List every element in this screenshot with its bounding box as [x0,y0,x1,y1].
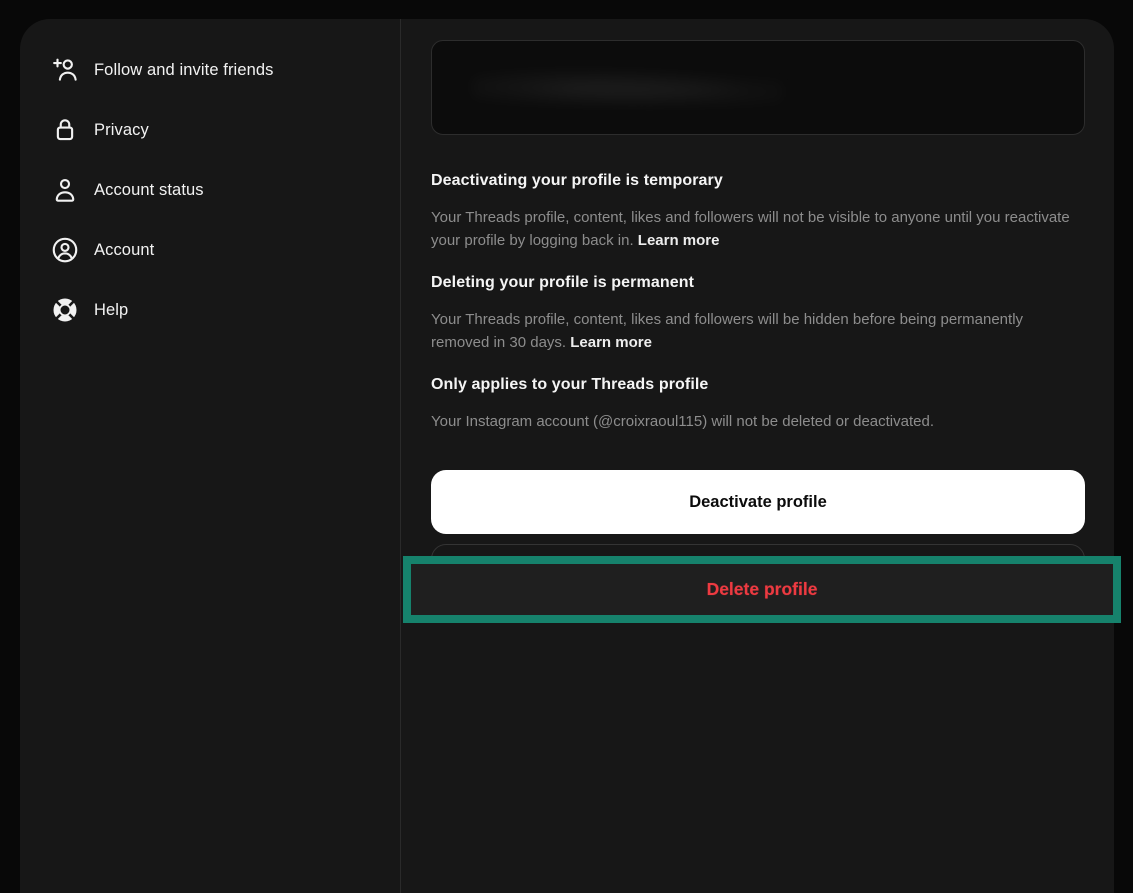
sidebar-item-label: Help [94,301,128,320]
sidebar-item-label: Follow and invite friends [94,61,274,80]
blurred-header-box [431,40,1085,135]
person-add-icon [50,55,80,85]
sidebar-item-help[interactable]: Help [20,280,400,340]
settings-sidebar: Follow and invite friends Privacy Accoun… [20,40,400,340]
person-icon [50,175,80,205]
sidebar-item-label: Privacy [94,121,149,140]
person-circle-icon [50,235,80,265]
deactivate-delete-settings-content: Deactivating your profile is temporary Y… [431,40,1085,608]
section-body: Your Threads profile, content, likes and… [431,206,1071,252]
sidebar-item-label: Account status [94,181,204,200]
sidebar-divider [400,19,401,893]
section-body-text: Your Threads profile, content, likes and… [431,209,1070,249]
delete-profile-button[interactable]: Delete profile [707,579,818,600]
section-deleting-permanent: Deleting your profile is permanent Your … [431,272,1085,354]
highlight-annotation-box: Delete profile [403,556,1121,623]
deactivate-profile-button[interactable]: Deactivate profile [431,470,1085,534]
learn-more-link[interactable]: Learn more [570,334,652,351]
sidebar-item-account[interactable]: Account [20,220,400,280]
section-heading: Only applies to your Threads profile [431,374,1085,395]
lock-icon [50,115,80,145]
section-heading: Deleting your profile is permanent [431,272,1085,293]
section-body: Your Threads profile, content, likes and… [431,308,1071,354]
learn-more-link[interactable]: Learn more [638,232,720,249]
page: { "sidebar": { "items": [ { "label": "Fo… [0,0,1133,893]
section-body: Your Instagram account (@croixraoul115) … [431,410,1071,433]
section-only-applies-threads: Only applies to your Threads profile You… [431,374,1085,433]
sidebar-item-label: Account [94,241,154,260]
section-deactivating-temporary: Deactivating your profile is temporary Y… [431,170,1085,252]
section-body-text: Your Instagram account (@croixraoul115) … [431,413,934,430]
section-body-text: Your Threads profile, content, likes and… [431,311,1023,351]
sidebar-item-account-status[interactable]: Account status [20,160,400,220]
sidebar-item-privacy[interactable]: Privacy [20,100,400,160]
settings-panel: Follow and invite friends Privacy Accoun… [20,19,1114,893]
section-heading: Deactivating your profile is temporary [431,170,1085,191]
lifebuoy-icon [50,295,80,325]
sidebar-item-follow-and-invite-friends[interactable]: Follow and invite friends [20,40,400,100]
